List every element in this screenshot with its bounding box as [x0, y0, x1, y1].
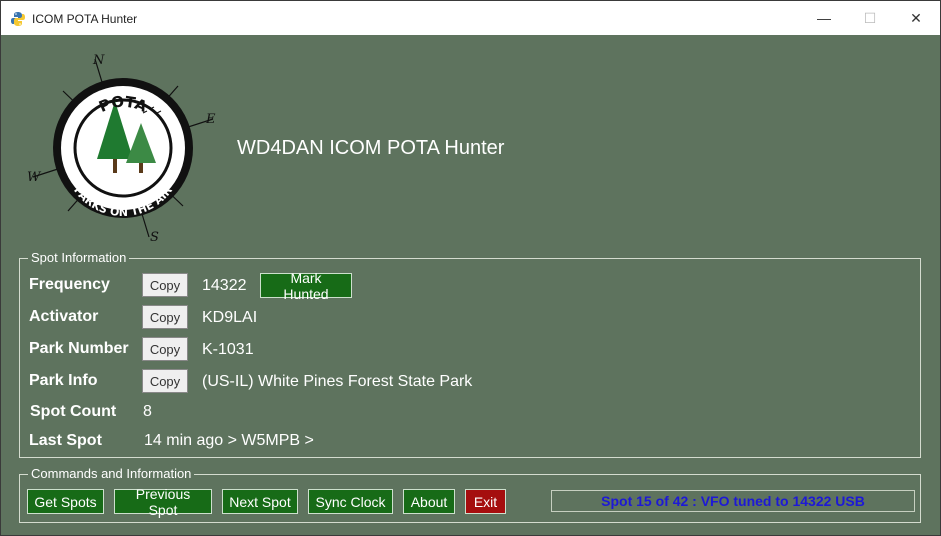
minimize-icon: —	[817, 10, 831, 26]
park-number-label: Park Number	[29, 340, 129, 357]
compass-e-label: E	[205, 112, 216, 127]
sync-clock-button[interactable]: Sync Clock	[308, 489, 393, 514]
app-heading: WD4DAN ICOM POTA Hunter	[237, 137, 505, 159]
copy-frequency-button[interactable]: Copy	[142, 273, 188, 297]
status-display: Spot 15 of 42 : VFO tuned to 14322 USB	[551, 490, 915, 512]
previous-spot-button[interactable]: Previous Spot	[114, 486, 212, 518]
copy-park-info-button[interactable]: Copy	[142, 369, 188, 393]
app-window: ICOM POTA Hunter — ☐ ✕ POTA PARKS ON THE…	[0, 0, 941, 536]
get-spots-button[interactable]: Get Spots	[27, 489, 104, 514]
window-title: ICOM POTA Hunter	[32, 12, 138, 26]
pota-logo: POTA PARKS ON THE AIR N E S W	[27, 53, 216, 245]
close-icon: ✕	[910, 9, 922, 26]
close-button[interactable]: ✕	[893, 1, 939, 35]
python-icon	[11, 12, 25, 26]
last-spot-value: 14 min ago > W5MPB >	[144, 432, 314, 449]
compass-n-label: N	[92, 53, 105, 68]
spot-count-label: Spot Count	[30, 403, 117, 420]
frequency-label: Frequency	[29, 276, 110, 293]
exit-button[interactable]: Exit	[465, 489, 506, 514]
commands-legend: Commands and Information	[28, 466, 195, 482]
maximize-icon: ☐	[863, 9, 877, 26]
activator-value: KD9LAI	[202, 309, 258, 326]
frequency-value: 14322	[202, 277, 247, 294]
park-info-value: (US-IL) White Pines Forest State Park	[202, 373, 473, 390]
copy-activator-button[interactable]: Copy	[142, 305, 188, 329]
park-number-value: K-1031	[202, 341, 254, 358]
title-bar[interactable]: ICOM POTA Hunter — ☐ ✕	[1, 1, 940, 35]
next-spot-button[interactable]: Next Spot	[222, 489, 298, 514]
copy-park-number-button[interactable]: Copy	[142, 337, 188, 361]
compass-s-label: S	[150, 230, 159, 245]
spot-count-value: 8	[143, 403, 152, 420]
spot-information-legend: Spot Information	[28, 250, 130, 266]
park-info-label: Park Info	[29, 372, 98, 389]
minimize-button[interactable]: —	[801, 1, 847, 35]
about-button[interactable]: About	[403, 489, 455, 514]
mark-hunted-button[interactable]: Mark Hunted	[260, 270, 352, 302]
last-spot-label: Last Spot	[29, 432, 102, 449]
compass-w-label: W	[27, 170, 42, 185]
activator-label: Activator	[29, 308, 99, 325]
maximize-button[interactable]: ☐	[847, 1, 893, 35]
